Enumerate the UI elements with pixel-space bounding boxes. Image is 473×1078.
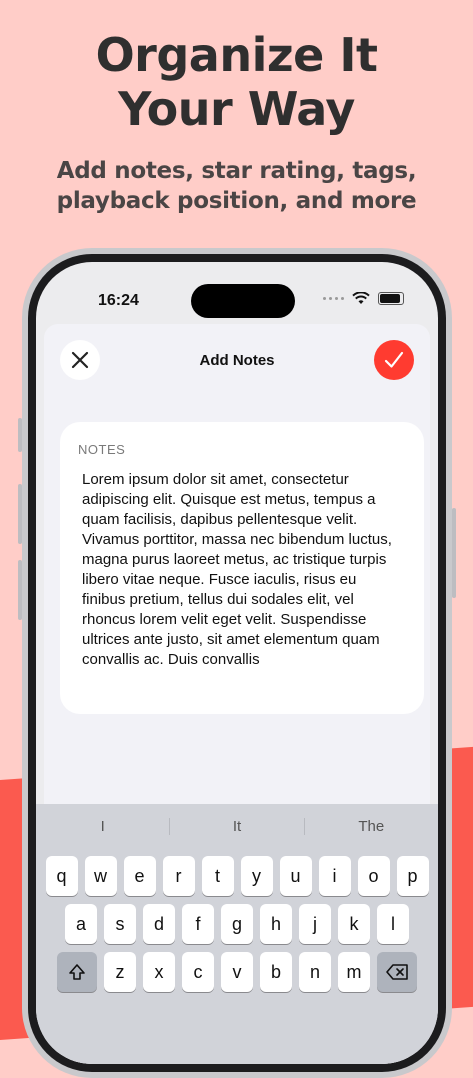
notes-label: NOTES: [78, 442, 126, 457]
key-x[interactable]: x: [143, 952, 175, 992]
key-q[interactable]: q: [45, 856, 78, 896]
key-e[interactable]: e: [123, 856, 156, 896]
key-d[interactable]: d: [143, 904, 175, 944]
checkmark-icon: [384, 351, 404, 368]
headline-line-2: Your Way: [118, 82, 355, 136]
suggestion-3[interactable]: The: [305, 818, 438, 835]
subhead-line-1: Add notes, star rating, tags,: [56, 158, 417, 184]
key-r[interactable]: r: [162, 856, 195, 896]
key-o[interactable]: o: [357, 856, 390, 896]
key-g[interactable]: g: [221, 904, 253, 944]
subhead-line-2: playback position, and more: [56, 188, 417, 214]
key-row-2: a s d f g h j k l: [36, 904, 438, 944]
page-headline: Organize It Your Way: [0, 28, 473, 136]
key-i[interactable]: i: [318, 856, 351, 896]
shift-key[interactable]: [57, 952, 97, 992]
key-row-1: q w e r t y u i o p: [36, 856, 438, 896]
key-a[interactable]: a: [65, 904, 97, 944]
key-l[interactable]: l: [377, 904, 409, 944]
suggestion-bar: I It The: [36, 804, 438, 848]
phone-frame: 16:24 Add Notes NOTES Lorem ipsum dolor …: [18, 248, 456, 1078]
page-subheadline: Add notes, star rating, tags, playback p…: [0, 156, 473, 216]
battery-icon: [378, 292, 404, 305]
backspace-icon: [386, 964, 408, 980]
wifi-icon: [352, 292, 370, 304]
volume-down-button: [18, 560, 22, 620]
signal-icon: [323, 297, 344, 300]
key-k[interactable]: k: [338, 904, 370, 944]
phone-bezel: 16:24 Add Notes NOTES Lorem ipsum dolor …: [28, 254, 446, 1072]
key-u[interactable]: u: [279, 856, 312, 896]
key-s[interactable]: s: [104, 904, 136, 944]
key-p[interactable]: p: [396, 856, 429, 896]
key-b[interactable]: b: [260, 952, 292, 992]
key-v[interactable]: v: [221, 952, 253, 992]
key-n[interactable]: n: [299, 952, 331, 992]
key-y[interactable]: y: [240, 856, 273, 896]
key-t[interactable]: t: [201, 856, 234, 896]
suggestion-1[interactable]: I: [36, 818, 169, 835]
delete-key[interactable]: [377, 952, 417, 992]
key-f[interactable]: f: [182, 904, 214, 944]
suggestion-2[interactable]: It: [169, 817, 305, 835]
notes-textarea[interactable]: Lorem ipsum dolor sit amet, consectetur …: [82, 470, 402, 670]
key-h[interactable]: h: [260, 904, 292, 944]
headline-line-1: Organize It: [95, 28, 378, 82]
done-button[interactable]: [374, 340, 414, 380]
power-button: [452, 508, 456, 598]
status-icons: [323, 292, 404, 305]
key-j[interactable]: j: [299, 904, 331, 944]
key-m[interactable]: m: [338, 952, 370, 992]
shift-icon: [69, 964, 85, 980]
action-button: [18, 418, 22, 452]
dynamic-island: [191, 284, 295, 318]
keyboard: I It The q w e r t y u i o p a s d f g h…: [36, 804, 438, 1064]
notes-card: NOTES Lorem ipsum dolor sit amet, consec…: [60, 422, 424, 714]
key-z[interactable]: z: [104, 952, 136, 992]
key-c[interactable]: c: [182, 952, 214, 992]
sheet-title: Add Notes: [199, 352, 275, 369]
key-row-3: z x c v b n m: [36, 952, 438, 992]
volume-up-button: [18, 484, 22, 544]
phone-screen: 16:24 Add Notes NOTES Lorem ipsum dolor …: [36, 262, 438, 1064]
key-w[interactable]: w: [84, 856, 117, 896]
status-time: 16:24: [98, 292, 139, 309]
